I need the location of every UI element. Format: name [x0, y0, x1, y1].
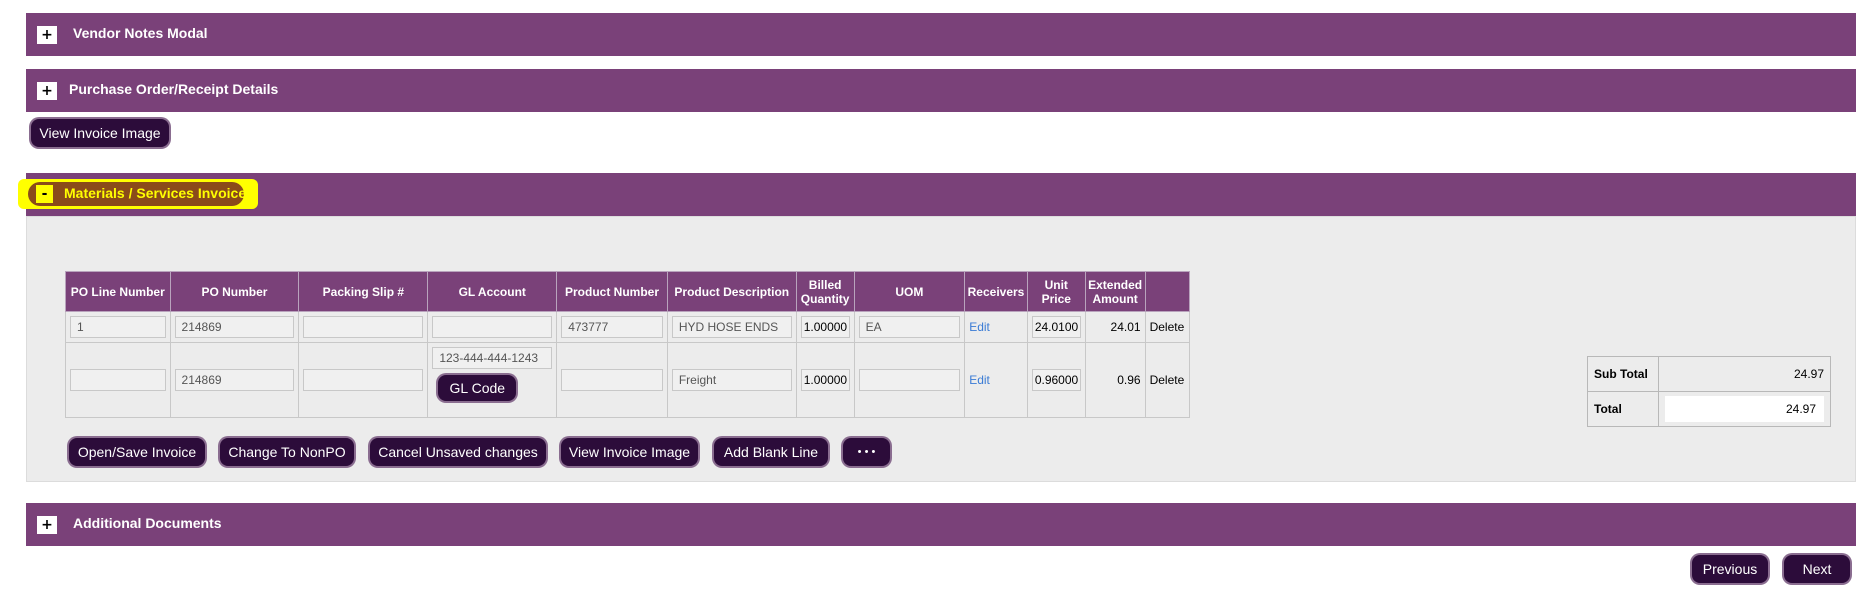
cancel-unsaved-changes-button[interactable]: Cancel Unsaved changes [370, 438, 546, 466]
extended-amount: 0.96 [1084, 342, 1146, 418]
view-invoice-image-button[interactable]: View Invoice Image [561, 438, 698, 466]
more-options-button[interactable]: • • • [843, 438, 890, 466]
table-row: Edit 24.01 Delete [65, 311, 1191, 343]
po-number-input[interactable] [174, 316, 295, 338]
gl-account-input[interactable] [432, 347, 553, 369]
column-header: Product Number [556, 271, 668, 312]
delete-link[interactable]: Delete [1144, 311, 1191, 343]
section-po-receipt-details[interactable]: + Purchase Order/Receipt Details [26, 69, 1856, 112]
sub-total-value: 24.97 [1658, 356, 1831, 392]
column-header: GL Account [427, 271, 558, 312]
column-header: Extended Amount [1084, 271, 1146, 312]
column-header: Billed Quantity [795, 271, 855, 312]
section-title: Additional Documents [73, 515, 222, 531]
product-description-input[interactable] [671, 316, 792, 338]
uom-input[interactable] [858, 369, 961, 391]
delete-link[interactable]: Delete [1144, 342, 1191, 418]
column-header: Product Description [666, 271, 797, 312]
po-number-input[interactable] [174, 369, 295, 391]
totals-table: Sub Total 24.97 Total 24.97 [1587, 356, 1831, 427]
section-materials-services[interactable]: - Materials / Services Invoiced [18, 173, 1856, 216]
packing-slip-input[interactable] [303, 369, 424, 391]
section-title: Vendor Notes Modal [73, 25, 208, 41]
gl-account-input[interactable] [432, 316, 553, 338]
invoice-lines-table: PO Line Number PO Number Packing Slip # … [65, 271, 1191, 418]
unit-price-input[interactable] [1031, 316, 1081, 338]
view-invoice-image-button[interactable]: View Invoice Image [31, 119, 169, 147]
po-line-input[interactable] [70, 369, 166, 391]
product-description-input[interactable] [671, 369, 792, 391]
expand-toggle[interactable]: + [37, 82, 57, 100]
expand-toggle[interactable]: + [37, 516, 57, 534]
section-title: Materials / Services Invoiced [64, 185, 255, 201]
expand-toggle[interactable]: + [37, 26, 57, 44]
next-button[interactable]: Next [1784, 555, 1850, 583]
receivers-edit-link[interactable]: Edit [969, 373, 990, 387]
product-number-input[interactable] [561, 316, 663, 338]
collapse-toggle[interactable]: - [36, 185, 53, 203]
billed-quantity-input[interactable] [800, 316, 850, 338]
table-row: GL Code Edit 0.96 Delete [65, 342, 1191, 418]
column-header: Packing Slip # [298, 271, 429, 312]
packing-slip-input[interactable] [303, 316, 424, 338]
unit-price-input[interactable] [1031, 369, 1081, 391]
po-line-input[interactable] [70, 316, 166, 338]
receivers-edit-link[interactable]: Edit [969, 320, 990, 334]
column-header: Unit Price [1026, 271, 1086, 312]
section-additional-documents[interactable]: + Additional Documents [26, 503, 1856, 546]
gl-code-button[interactable]: GL Code [438, 375, 517, 401]
extended-amount: 24.01 [1084, 311, 1146, 343]
column-header [1144, 271, 1191, 312]
uom-input[interactable] [858, 316, 961, 338]
open-save-invoice-button[interactable]: Open/Save Invoice [69, 438, 205, 466]
column-header: PO Number [169, 271, 300, 312]
sub-total-label: Sub Total [1587, 356, 1659, 392]
previous-button[interactable]: Previous [1692, 555, 1768, 583]
total-label: Total [1587, 391, 1659, 427]
column-header: Receivers [964, 271, 1028, 312]
billed-quantity-input[interactable] [800, 369, 850, 391]
add-blank-line-button[interactable]: Add Blank Line [714, 438, 828, 466]
section-vendor-notes[interactable]: + Vendor Notes Modal [26, 13, 1856, 56]
product-number-input[interactable] [561, 369, 663, 391]
change-to-nonpo-button[interactable]: Change To NonPO [220, 438, 354, 466]
column-header: PO Line Number [65, 271, 171, 312]
section-title: Purchase Order/Receipt Details [69, 81, 279, 97]
total-value: 24.97 [1665, 396, 1824, 422]
column-header: UOM [853, 271, 966, 312]
